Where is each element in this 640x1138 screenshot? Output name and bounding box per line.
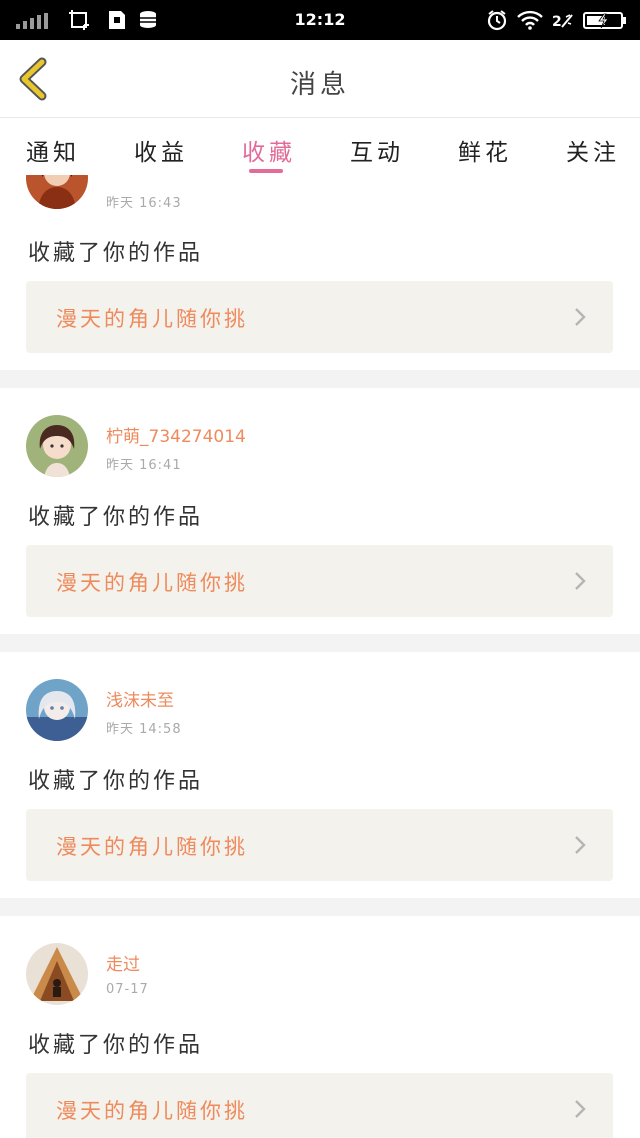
username[interactable]: 浅沫未至 <box>106 686 174 711</box>
list-item: 浅沫未至 昨天 14:58 收藏了你的作品 漫天的角儿随你挑 <box>0 652 640 898</box>
action-text: 收藏了你的作品 <box>28 505 204 530</box>
avatar[interactable] <box>26 679 88 741</box>
timestamp: 07-17 <box>106 982 149 997</box>
screenshot-icon <box>69 10 89 30</box>
wifi-icon <box>517 10 543 30</box>
tab-favorites[interactable]: 收藏 <box>242 133 296 167</box>
username[interactable]: 柠萌_734274014 <box>106 422 246 447</box>
battery-icon <box>583 12 626 29</box>
tab-interactions[interactable]: 互动 <box>350 133 404 167</box>
sim-icon <box>109 11 125 29</box>
chevron-right-icon <box>575 836 586 854</box>
action-text: 收藏了你的作品 <box>28 1033 204 1058</box>
work-link[interactable]: 漫天的角儿随你挑 <box>26 1073 613 1138</box>
avatar[interactable] <box>26 175 88 209</box>
work-link[interactable]: 漫天的角儿随你挑 <box>26 809 613 881</box>
page-title: 消息 <box>289 70 350 100</box>
svg-text:2: 2 <box>552 14 562 30</box>
timestamp: 昨天 16:41 <box>106 458 182 473</box>
active-tab-indicator <box>249 169 283 173</box>
avatar[interactable] <box>26 415 88 477</box>
work-title: 漫天的角儿随你挑 <box>56 307 248 331</box>
tab-earnings[interactable]: 收益 <box>134 133 188 167</box>
signal-icon <box>16 13 50 29</box>
network-icon: 2 <box>552 14 573 30</box>
divider <box>0 634 640 652</box>
avatar[interactable] <box>26 943 88 1005</box>
tab-flowers[interactable]: 鲜花 <box>458 133 512 167</box>
list-item: 昨天 16:43 收藏了你的作品 漫天的角儿随你挑 <box>0 175 640 370</box>
alarm-icon <box>487 10 507 31</box>
work-title: 漫天的角儿随你挑 <box>56 1099 248 1123</box>
list-item: 走过 07-17 收藏了你的作品 漫天的角儿随你挑 <box>0 916 640 1138</box>
timestamp: 昨天 16:43 <box>106 196 182 211</box>
tab-following[interactable]: 关注 <box>566 133 620 167</box>
storage-icon <box>140 11 156 28</box>
list-item: 柠萌_734274014 昨天 16:41 收藏了你的作品 漫天的角儿随你挑 <box>0 388 640 634</box>
work-link[interactable]: 漫天的角儿随你挑 <box>26 545 613 617</box>
timestamp: 昨天 14:58 <box>106 722 182 737</box>
chevron-right-icon <box>575 308 586 326</box>
divider <box>0 370 640 388</box>
action-text: 收藏了你的作品 <box>28 769 204 794</box>
status-bar: 12:12 2 <box>0 0 640 40</box>
status-time: 12:12 <box>294 10 346 29</box>
tab-bar: 通知 收益 收藏 互动 鲜花 关注 <box>0 119 640 175</box>
chevron-right-icon <box>575 1100 586 1118</box>
action-text: 收藏了你的作品 <box>28 241 204 266</box>
work-link[interactable]: 漫天的角儿随你挑 <box>26 281 613 353</box>
work-title: 漫天的角儿随你挑 <box>56 835 248 859</box>
chevron-right-icon <box>575 572 586 590</box>
message-list: 昨天 16:43 收藏了你的作品 漫天的角儿随你挑 柠萌_734274014 昨… <box>0 175 640 1138</box>
tab-notifications[interactable]: 通知 <box>26 133 80 167</box>
work-title: 漫天的角儿随你挑 <box>56 571 248 595</box>
divider <box>0 898 640 916</box>
username[interactable]: 走过 <box>106 950 140 975</box>
header: 消息 <box>0 40 640 118</box>
